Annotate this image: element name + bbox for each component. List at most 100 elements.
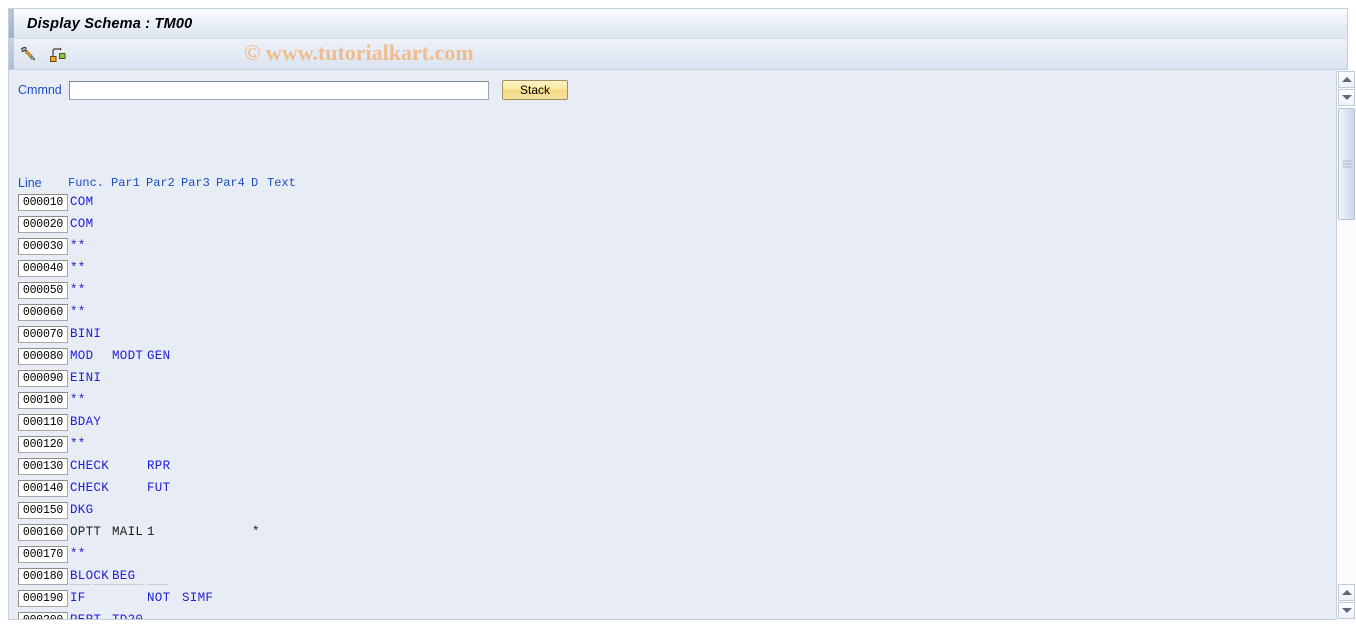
table-row[interactable]: 000170 **	[9, 546, 1309, 568]
window-titlebar: Display Schema : TM00	[8, 8, 1348, 38]
column-header-text: Text	[267, 176, 296, 190]
edit-pencil-icon[interactable]	[17, 43, 39, 65]
scroll-down-button-bottom[interactable]	[1338, 602, 1355, 619]
line-number-field[interactable]: 000170	[18, 546, 68, 563]
line-number-field[interactable]: 000090	[18, 370, 68, 387]
column-header-func: Func.	[68, 176, 105, 190]
line-number-field[interactable]: 000080	[18, 348, 68, 365]
command-input[interactable]	[69, 80, 489, 100]
table-row[interactable]: 000100 **	[9, 392, 1309, 414]
scrollbar-grip-icon	[1342, 160, 1351, 168]
line-number-field[interactable]: 000040	[18, 260, 68, 277]
arrow-up-icon	[1341, 590, 1352, 595]
cell-par1[interactable]: MODT	[112, 349, 143, 363]
partial-underline-3	[147, 584, 168, 585]
scroll-up-button-top[interactable]	[1338, 71, 1355, 88]
line-number-field[interactable]: 000070	[18, 326, 68, 343]
sap-window: Display Schema : TM00 © www.tutorialkart…	[0, 0, 1356, 628]
application-toolbar	[8, 38, 1348, 70]
cell-par2[interactable]: RPR	[147, 459, 170, 473]
line-number-field[interactable]: 000060	[18, 304, 68, 321]
partial-underline-1	[69, 584, 91, 585]
line-number-field[interactable]: 000190	[18, 590, 68, 607]
cell-func[interactable]: IF	[70, 591, 86, 605]
cell-func[interactable]: **	[70, 305, 86, 319]
column-header-par1: Par1	[111, 176, 140, 190]
table-row[interactable]: 000050 **	[9, 282, 1309, 304]
cell-func[interactable]: BDAY	[70, 415, 101, 429]
cell-func[interactable]: COM	[70, 195, 93, 209]
column-header-par2: Par2	[146, 176, 175, 190]
table-row[interactable]: 000080 MOD MODT GEN	[9, 348, 1309, 370]
cell-func[interactable]: **	[70, 239, 86, 253]
cell-func[interactable]: EINI	[70, 371, 101, 385]
line-number-field[interactable]: 000030	[18, 238, 68, 255]
cell-par2[interactable]: NOT	[147, 591, 170, 605]
line-number-field[interactable]: 000100	[18, 392, 68, 409]
cell-func[interactable]: BINI	[70, 327, 101, 341]
line-number-field[interactable]: 000150	[18, 502, 68, 519]
column-header-line: Line	[18, 176, 42, 190]
cell-func[interactable]: **	[70, 261, 86, 275]
cell-func[interactable]: **	[70, 437, 86, 451]
column-header-d: D	[251, 176, 259, 190]
cell-par1[interactable]: TD20	[112, 613, 143, 619]
table-row[interactable]: 000120 **	[9, 436, 1309, 458]
command-label: Cmmnd	[18, 83, 62, 97]
table-row[interactable]: 000150 DKG	[9, 502, 1309, 524]
table-row[interactable]: 000130 CHECK RPR	[9, 458, 1309, 480]
cell-func[interactable]: MOD	[70, 349, 93, 363]
line-number-field[interactable]: 000110	[18, 414, 68, 431]
scroll-up-button-bottom[interactable]	[1338, 584, 1355, 601]
toolbar-accent-stripe	[9, 39, 14, 69]
schema-content-panel: Cmmnd Stack Line Func. Par1 Par2 Par3 Pa…	[8, 70, 1348, 620]
hierarchy-structure-icon[interactable]	[47, 43, 69, 65]
line-number-field[interactable]: 000160	[18, 524, 68, 541]
cell-func[interactable]: DKG	[70, 503, 93, 517]
cell-func[interactable]: CHECK	[70, 459, 109, 473]
table-row[interactable]: 000040 **	[9, 260, 1309, 282]
table-row[interactable]: 000110 BDAY	[9, 414, 1309, 436]
table-row[interactable]: 000010 COM	[9, 194, 1309, 216]
line-number-field[interactable]: 000140	[18, 480, 68, 497]
cell-func[interactable]: CHECK	[70, 481, 109, 495]
vertical-scrollbar[interactable]	[1336, 70, 1356, 620]
table-row[interactable]: 000190 IF NOT SIMF	[9, 590, 1309, 612]
cell-par2[interactable]: FUT	[147, 481, 170, 495]
table-row[interactable]: 000030 **	[9, 238, 1309, 260]
cell-func[interactable]: **	[70, 393, 86, 407]
stack-button[interactable]: Stack	[502, 80, 568, 100]
cell-func[interactable]: OPTT	[70, 525, 101, 539]
line-number-field[interactable]: 000020	[18, 216, 68, 233]
table-row[interactable]: 000060 **	[9, 304, 1309, 326]
cell-func[interactable]: PERT	[70, 613, 101, 619]
cell-func[interactable]: **	[70, 547, 86, 561]
line-number-field[interactable]: 000050	[18, 282, 68, 299]
table-row[interactable]: 000140 CHECK FUT	[9, 480, 1309, 502]
table-row[interactable]: 000070 BINI	[9, 326, 1309, 348]
column-header-par4: Par4	[216, 176, 245, 190]
schema-rows: 000010 COM 000020 COM 000030 ** 000040 ** 000050…	[9, 194, 1309, 619]
line-number-field[interactable]: 000120	[18, 436, 68, 453]
table-row[interactable]: 000200PERT TD20	[9, 612, 1309, 619]
cell-par3[interactable]: SIMF	[182, 591, 213, 605]
arrow-down-icon	[1341, 95, 1352, 100]
cell-par1[interactable]: MAIL	[112, 525, 143, 539]
page-title: Display Schema : TM00	[27, 15, 193, 32]
table-row[interactable]: 000020 COM	[9, 216, 1309, 238]
column-header-par3: Par3	[181, 176, 210, 190]
scroll-down-button-top[interactable]	[1338, 89, 1355, 106]
scrollbar-thumb[interactable]	[1338, 108, 1355, 220]
line-number-field[interactable]: 000130	[18, 458, 68, 475]
cell-func[interactable]: COM	[70, 217, 93, 231]
arrow-down-icon	[1341, 608, 1352, 613]
line-number-field[interactable]: 000010	[18, 194, 68, 211]
cell-func[interactable]: **	[70, 283, 86, 297]
cell-d[interactable]: *	[252, 525, 260, 539]
cell-par2[interactable]: 1	[147, 525, 155, 539]
table-row[interactable]: 000090 EINI	[9, 370, 1309, 392]
line-number-field[interactable]: 000200	[18, 612, 68, 619]
cell-par2[interactable]: GEN	[147, 349, 170, 363]
arrow-up-icon	[1341, 77, 1352, 82]
table-row[interactable]: 000160 OPTT MAIL 1 *	[9, 524, 1309, 546]
